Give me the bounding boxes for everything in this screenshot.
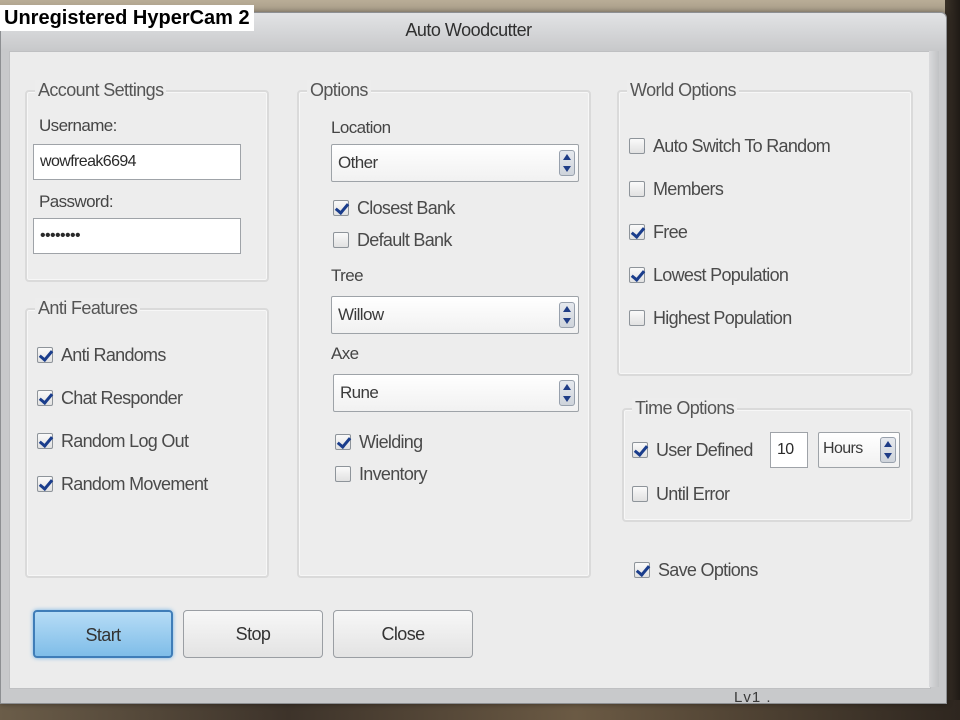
lowest-population-checkbox[interactable] xyxy=(629,267,645,283)
time-unit-value: Hours xyxy=(823,440,863,457)
auto-woodcutter-window: Auto Woodcutter Account Settings Usernam… xyxy=(0,12,947,706)
close-button[interactable]: Close xyxy=(333,610,473,658)
chat-responder-checkbox[interactable] xyxy=(37,390,53,406)
save-options-checkbox[interactable] xyxy=(634,562,650,578)
until-error-checkbox[interactable] xyxy=(632,486,648,502)
closest-bank-label: Closest Bank xyxy=(357,198,455,218)
axe-label: Axe xyxy=(331,344,359,363)
chat-responder-label: Chat Responder xyxy=(61,388,183,408)
world-options-group: World Options Auto Switch To Random Memb… xyxy=(617,80,913,376)
closest-bank-checkbox[interactable] xyxy=(333,200,349,216)
hypercam-watermark: Unregistered HyperCam 2 xyxy=(0,5,254,31)
world-options-label: World Options xyxy=(627,80,739,101)
user-defined-checkbox[interactable] xyxy=(632,442,648,458)
location-label: Location xyxy=(331,118,391,137)
default-bank-checkbox[interactable] xyxy=(333,232,349,248)
time-options-group: Time Options User Defined 10 Hours Until… xyxy=(622,398,913,522)
wielding-checkbox[interactable] xyxy=(335,434,351,450)
anti-randoms-label: Anti Randoms xyxy=(61,345,166,365)
tree-label: Tree xyxy=(331,266,364,285)
window-scroll-edge xyxy=(929,51,939,687)
account-settings-group: Account Settings Username: wowfreak6694 … xyxy=(25,80,269,282)
password-label: Password: xyxy=(39,192,114,211)
random-movement-label: Random Movement xyxy=(61,474,208,494)
time-amount-input[interactable]: 10 xyxy=(770,432,808,468)
axe-value: Rune xyxy=(340,383,379,402)
inventory-label: Inventory xyxy=(359,464,427,484)
user-defined-label: User Defined xyxy=(656,440,753,460)
random-movement-checkbox[interactable] xyxy=(37,476,53,492)
account-settings-label: Account Settings xyxy=(35,80,167,101)
highest-population-label: Highest Population xyxy=(653,308,792,328)
window-client-area: Account Settings Username: wowfreak6694 … xyxy=(9,51,931,689)
anti-randoms-checkbox[interactable] xyxy=(37,347,53,363)
auto-switch-label: Auto Switch To Random xyxy=(653,136,831,156)
stop-button[interactable]: Stop xyxy=(183,610,323,658)
time-options-label: Time Options xyxy=(632,398,738,419)
time-unit-select[interactable]: Hours xyxy=(818,432,900,468)
auto-switch-checkbox[interactable] xyxy=(629,138,645,154)
password-input[interactable]: •••••••• xyxy=(33,218,241,254)
highest-population-checkbox[interactable] xyxy=(629,310,645,326)
location-value: Other xyxy=(338,153,378,172)
default-bank-label: Default Bank xyxy=(357,230,452,250)
wielding-label: Wielding xyxy=(359,432,423,452)
until-error-label: Until Error xyxy=(656,484,730,504)
tree-value: Willow xyxy=(338,305,384,324)
footer-text: Lv1 . xyxy=(734,689,772,706)
options-label: Options xyxy=(307,80,371,101)
start-button[interactable]: Start xyxy=(33,610,173,658)
inventory-checkbox[interactable] xyxy=(335,466,351,482)
random-log-out-label: Random Log Out xyxy=(61,431,189,451)
free-label: Free xyxy=(653,222,688,242)
location-select[interactable]: Other xyxy=(331,144,579,182)
anti-features-group: Anti Features Anti Randoms Chat Responde… xyxy=(25,298,269,578)
axe-spinner-icon[interactable] xyxy=(559,380,575,406)
time-unit-spinner-icon[interactable] xyxy=(880,437,896,463)
username-label: Username: xyxy=(39,116,117,135)
location-spinner-icon[interactable] xyxy=(559,150,575,176)
axe-select[interactable]: Rune xyxy=(333,374,579,412)
username-input[interactable]: wowfreak6694 xyxy=(33,144,241,180)
save-options-label: Save Options xyxy=(658,560,758,580)
members-label: Members xyxy=(653,179,724,199)
background-right-edge xyxy=(945,0,960,720)
tree-spinner-icon[interactable] xyxy=(559,302,575,328)
anti-features-label: Anti Features xyxy=(35,298,141,319)
free-checkbox[interactable] xyxy=(629,224,645,240)
lowest-population-label: Lowest Population xyxy=(653,265,789,285)
random-log-out-checkbox[interactable] xyxy=(37,433,53,449)
members-checkbox[interactable] xyxy=(629,181,645,197)
tree-select[interactable]: Willow xyxy=(331,296,579,334)
options-group: Options Location Other Closest Bank Defa… xyxy=(297,80,591,578)
